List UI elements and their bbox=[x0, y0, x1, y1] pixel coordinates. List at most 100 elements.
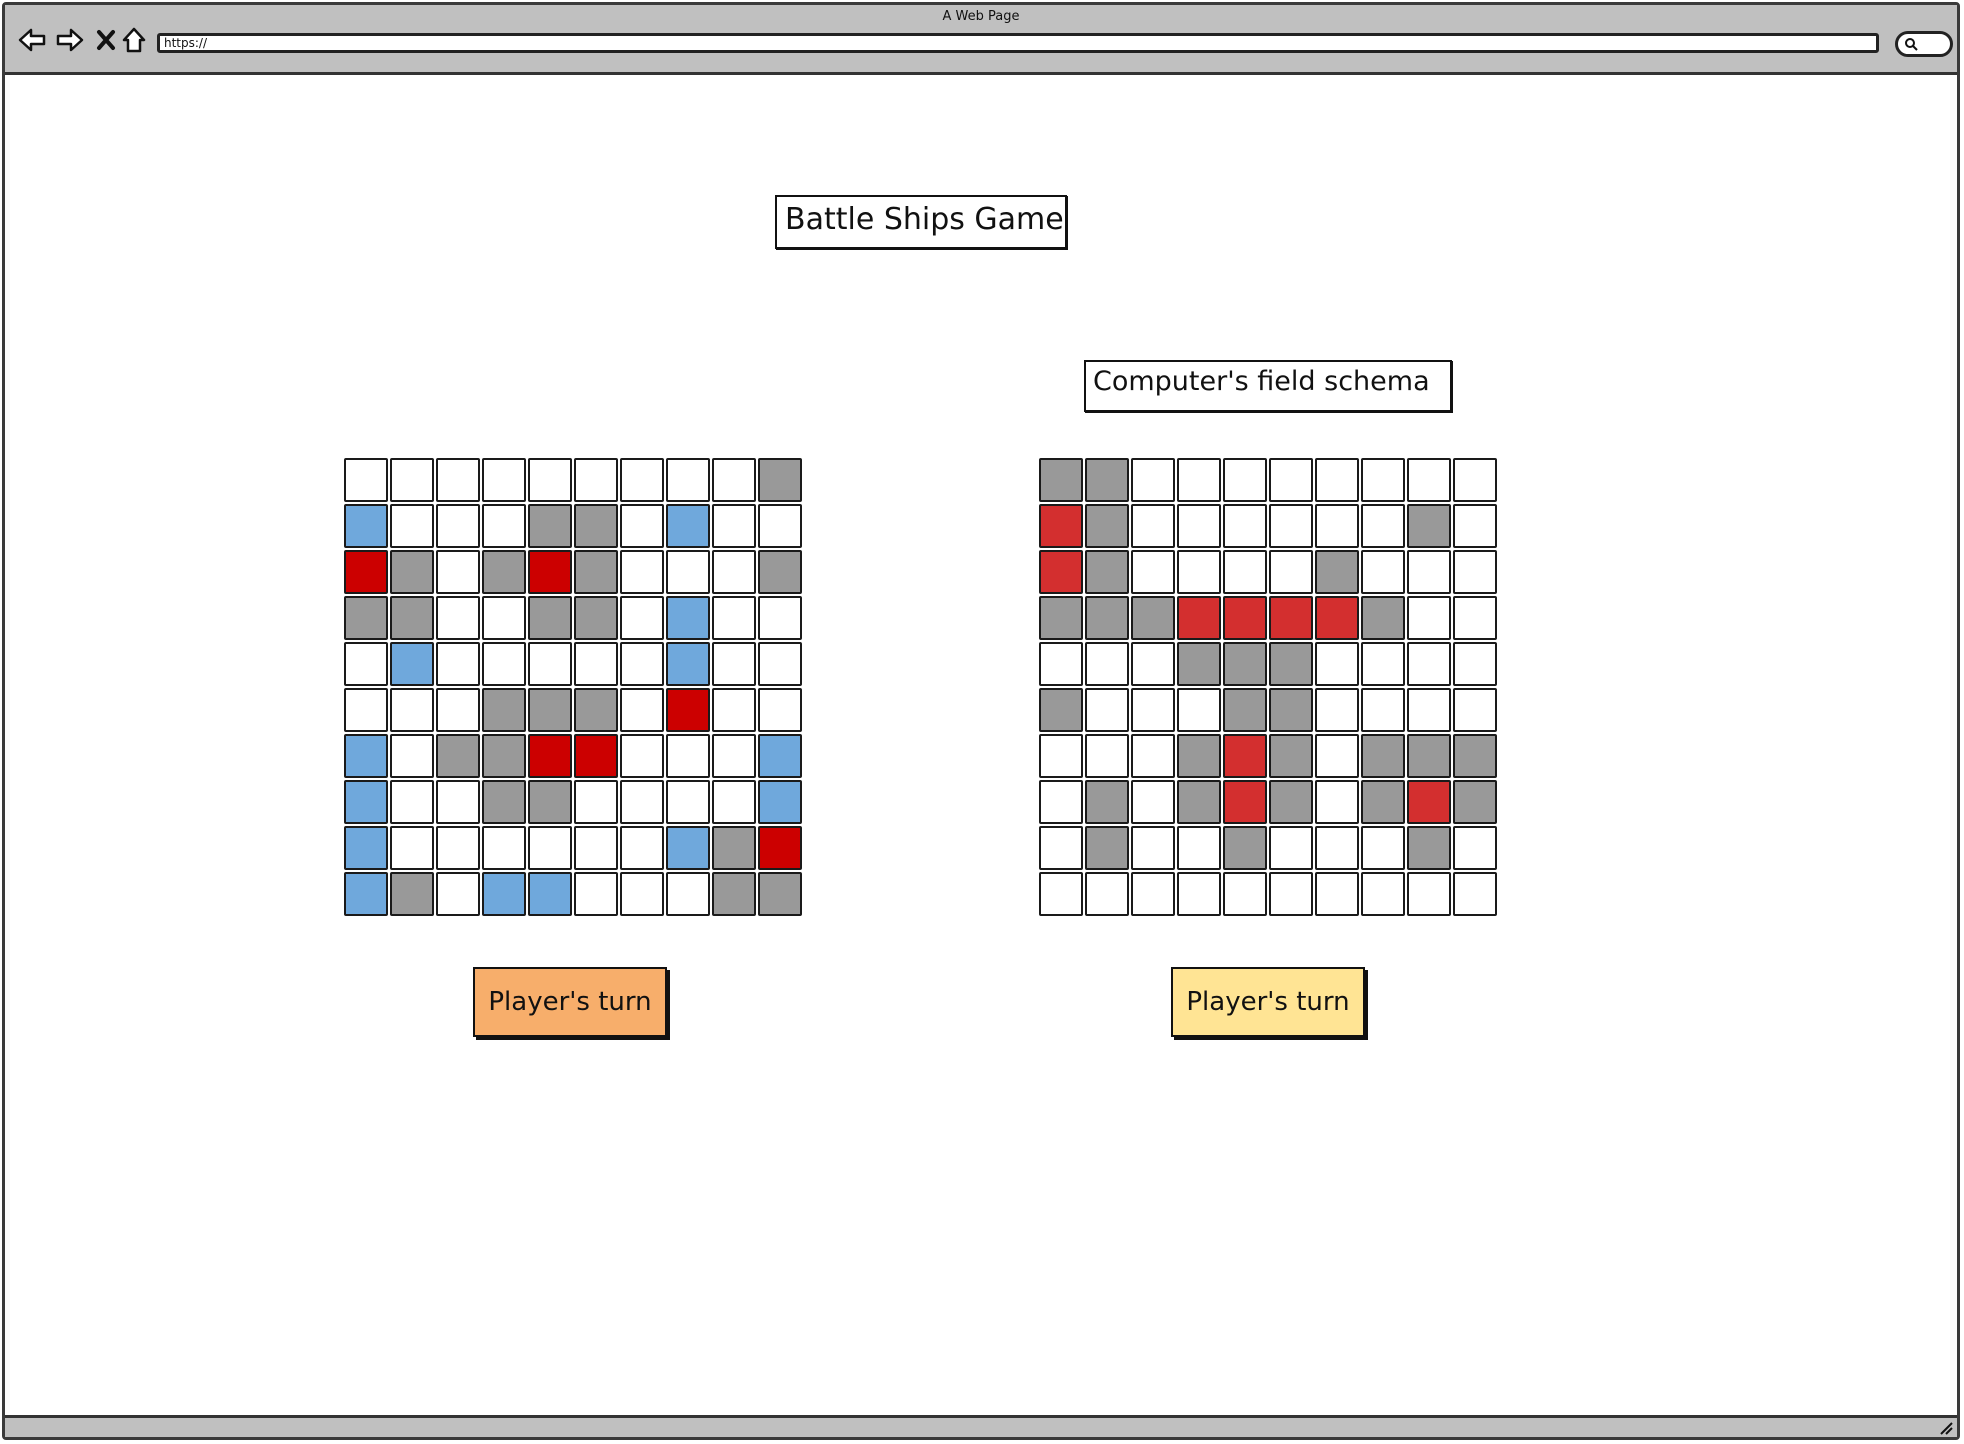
player-board-cell[interactable] bbox=[436, 550, 480, 594]
player-board-cell[interactable] bbox=[574, 458, 618, 502]
player-board-cell[interactable] bbox=[482, 504, 526, 548]
computer-board-cell[interactable] bbox=[1223, 826, 1267, 870]
player-board-cell[interactable] bbox=[344, 458, 388, 502]
computer-board-cell[interactable] bbox=[1223, 642, 1267, 686]
player-board-cell[interactable] bbox=[436, 642, 480, 686]
computer-board-cell[interactable] bbox=[1453, 642, 1497, 686]
computer-board-cell[interactable] bbox=[1407, 826, 1451, 870]
computer-board-cell[interactable] bbox=[1269, 596, 1313, 640]
computer-board-cell[interactable] bbox=[1361, 642, 1405, 686]
computer-board-cell[interactable] bbox=[1269, 688, 1313, 732]
computer-board-cell[interactable] bbox=[1131, 688, 1175, 732]
player-board-cell[interactable] bbox=[666, 826, 710, 870]
player-board-cell[interactable] bbox=[666, 734, 710, 778]
computer-board-cell[interactable] bbox=[1223, 734, 1267, 778]
computer-board-cell[interactable] bbox=[1177, 550, 1221, 594]
computer-board-cell[interactable] bbox=[1453, 734, 1497, 778]
player-board-cell[interactable] bbox=[528, 872, 572, 916]
computer-board-cell[interactable] bbox=[1407, 872, 1451, 916]
computer-board-cell[interactable] bbox=[1269, 458, 1313, 502]
computer-board-cell[interactable] bbox=[1177, 734, 1221, 778]
player-board-cell[interactable] bbox=[574, 872, 618, 916]
player-board-cell[interactable] bbox=[528, 642, 572, 686]
player-board-cell[interactable] bbox=[528, 458, 572, 502]
computer-board-cell[interactable] bbox=[1039, 642, 1083, 686]
player-board-cell[interactable] bbox=[620, 734, 664, 778]
computer-board-cell[interactable] bbox=[1315, 826, 1359, 870]
player-board-cell[interactable] bbox=[344, 780, 388, 824]
player-board-cell[interactable] bbox=[528, 596, 572, 640]
computer-board-cell[interactable] bbox=[1361, 688, 1405, 732]
player-board-cell[interactable] bbox=[344, 642, 388, 686]
computer-board-cell[interactable] bbox=[1177, 458, 1221, 502]
computer-board-cell[interactable] bbox=[1315, 734, 1359, 778]
player-board-cell[interactable] bbox=[436, 872, 480, 916]
computer-board-cell[interactable] bbox=[1039, 596, 1083, 640]
computer-board-cell[interactable] bbox=[1407, 596, 1451, 640]
player-board-cell[interactable] bbox=[436, 688, 480, 732]
computer-board-cell[interactable] bbox=[1039, 550, 1083, 594]
computer-board-cell[interactable] bbox=[1361, 872, 1405, 916]
computer-board-cell[interactable] bbox=[1177, 596, 1221, 640]
computer-board-cell[interactable] bbox=[1315, 688, 1359, 732]
computer-board-cell[interactable] bbox=[1039, 734, 1083, 778]
computer-board-cell[interactable] bbox=[1315, 458, 1359, 502]
player-board-cell[interactable] bbox=[390, 826, 434, 870]
computer-board-cell[interactable] bbox=[1039, 504, 1083, 548]
computer-board-cell[interactable] bbox=[1453, 872, 1497, 916]
player-board-cell[interactable] bbox=[390, 734, 434, 778]
computer-board-cell[interactable] bbox=[1085, 734, 1129, 778]
address-bar[interactable]: https:// bbox=[157, 33, 1879, 53]
player-board-cell[interactable] bbox=[482, 596, 526, 640]
computer-board-cell[interactable] bbox=[1315, 596, 1359, 640]
player-board-cell[interactable] bbox=[436, 504, 480, 548]
computer-board-cell[interactable] bbox=[1407, 780, 1451, 824]
player-board-cell[interactable] bbox=[620, 550, 664, 594]
computer-board-cell[interactable] bbox=[1407, 688, 1451, 732]
computer-board-cell[interactable] bbox=[1361, 826, 1405, 870]
player-board-cell[interactable] bbox=[758, 504, 802, 548]
player-board-cell[interactable] bbox=[666, 642, 710, 686]
player-board-cell[interactable] bbox=[436, 780, 480, 824]
computer-board-cell[interactable] bbox=[1085, 596, 1129, 640]
computer-board-cell[interactable] bbox=[1177, 504, 1221, 548]
player-board-cell[interactable] bbox=[436, 596, 480, 640]
player-board-cell[interactable] bbox=[620, 596, 664, 640]
player-board-cell[interactable] bbox=[758, 688, 802, 732]
player-board-cell[interactable] bbox=[344, 826, 388, 870]
player-board-cell[interactable] bbox=[758, 642, 802, 686]
player-board-cell[interactable] bbox=[712, 688, 756, 732]
computer-board-cell[interactable] bbox=[1361, 780, 1405, 824]
resize-grip-icon[interactable] bbox=[1937, 1419, 1953, 1435]
player-board-cell[interactable] bbox=[666, 458, 710, 502]
computer-board-cell[interactable] bbox=[1039, 780, 1083, 824]
computer-board-cell[interactable] bbox=[1315, 642, 1359, 686]
computer-board-cell[interactable] bbox=[1361, 458, 1405, 502]
computer-board-cell[interactable] bbox=[1085, 780, 1129, 824]
computer-board-cell[interactable] bbox=[1131, 872, 1175, 916]
computer-board-cell[interactable] bbox=[1453, 688, 1497, 732]
computer-board-cell[interactable] bbox=[1315, 872, 1359, 916]
player-board-cell[interactable] bbox=[620, 872, 664, 916]
computer-board-cell[interactable] bbox=[1177, 642, 1221, 686]
player-board-cell[interactable] bbox=[666, 596, 710, 640]
player-board-cell[interactable] bbox=[574, 826, 618, 870]
computer-board-cell[interactable] bbox=[1131, 504, 1175, 548]
player-board-cell[interactable] bbox=[528, 550, 572, 594]
computer-board-cell[interactable] bbox=[1085, 872, 1129, 916]
forward-icon[interactable] bbox=[53, 23, 87, 57]
player-board-cell[interactable] bbox=[390, 688, 434, 732]
player-board-cell[interactable] bbox=[758, 458, 802, 502]
player-board-cell[interactable] bbox=[620, 826, 664, 870]
computer-board-cell[interactable] bbox=[1453, 550, 1497, 594]
computer-board-cell[interactable] bbox=[1361, 734, 1405, 778]
player-board-cell[interactable] bbox=[344, 550, 388, 594]
player-board-cell[interactable] bbox=[482, 734, 526, 778]
player-board-cell[interactable] bbox=[758, 872, 802, 916]
computer-board-cell[interactable] bbox=[1407, 734, 1451, 778]
computer-board-cell[interactable] bbox=[1361, 550, 1405, 594]
player-board-cell[interactable] bbox=[436, 734, 480, 778]
player-board-cell[interactable] bbox=[574, 550, 618, 594]
computer-board-cell[interactable] bbox=[1177, 826, 1221, 870]
player-board-cell[interactable] bbox=[758, 596, 802, 640]
